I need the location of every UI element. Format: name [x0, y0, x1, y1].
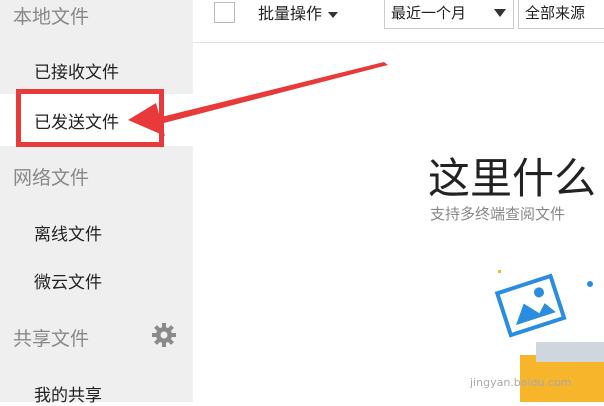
- sidebar-item-label: 我的共享: [34, 386, 102, 406]
- empty-state-title: 这里什么: [428, 154, 597, 203]
- sidebar-item-label: 微云文件: [34, 273, 102, 293]
- sidebar-item-received-files[interactable]: 已接收文件: [34, 58, 119, 83]
- section-network-files: 网络文件: [13, 167, 90, 189]
- time-range-value: 最近一个月: [391, 4, 467, 22]
- sidebar-item-weiyun-files[interactable]: 微云文件: [34, 268, 102, 293]
- annotation-highlight-box: [16, 89, 164, 147]
- source-select[interactable]: 全部来源: [518, 0, 604, 29]
- empty-state-subtitle: 支持多终端查阅文件: [430, 205, 566, 223]
- section-local-files: 本地文件: [13, 6, 90, 28]
- caret-down-icon: [494, 9, 506, 17]
- select-all-checkbox[interactable]: [214, 2, 235, 23]
- toolbar: 批量操作 最近一个月 全部来源: [193, 0, 604, 43]
- sidebar-item-label: 离线文件: [34, 225, 102, 245]
- section-shared-files: 共享文件: [13, 328, 90, 350]
- batch-operations-label: 批量操作: [258, 4, 323, 23]
- sidebar: 本地文件 已接收文件 已发送文件 网络文件 离线文件 微云文件 共享文件 我的共…: [0, 0, 193, 406]
- source-value: 全部来源: [525, 4, 586, 22]
- sidebar-item-offline-files[interactable]: 离线文件: [34, 220, 102, 245]
- watermark: jingyan.baidu.com: [470, 376, 572, 389]
- caret-down-icon: [328, 11, 339, 18]
- time-range-select[interactable]: 最近一个月: [384, 0, 514, 29]
- sidebar-item-my-shares[interactable]: 我的共享: [34, 381, 102, 406]
- batch-operations-button[interactable]: 批量操作: [258, 0, 339, 24]
- sidebar-item-label: 已接收文件: [34, 63, 119, 83]
- gear-icon[interactable]: [151, 322, 177, 348]
